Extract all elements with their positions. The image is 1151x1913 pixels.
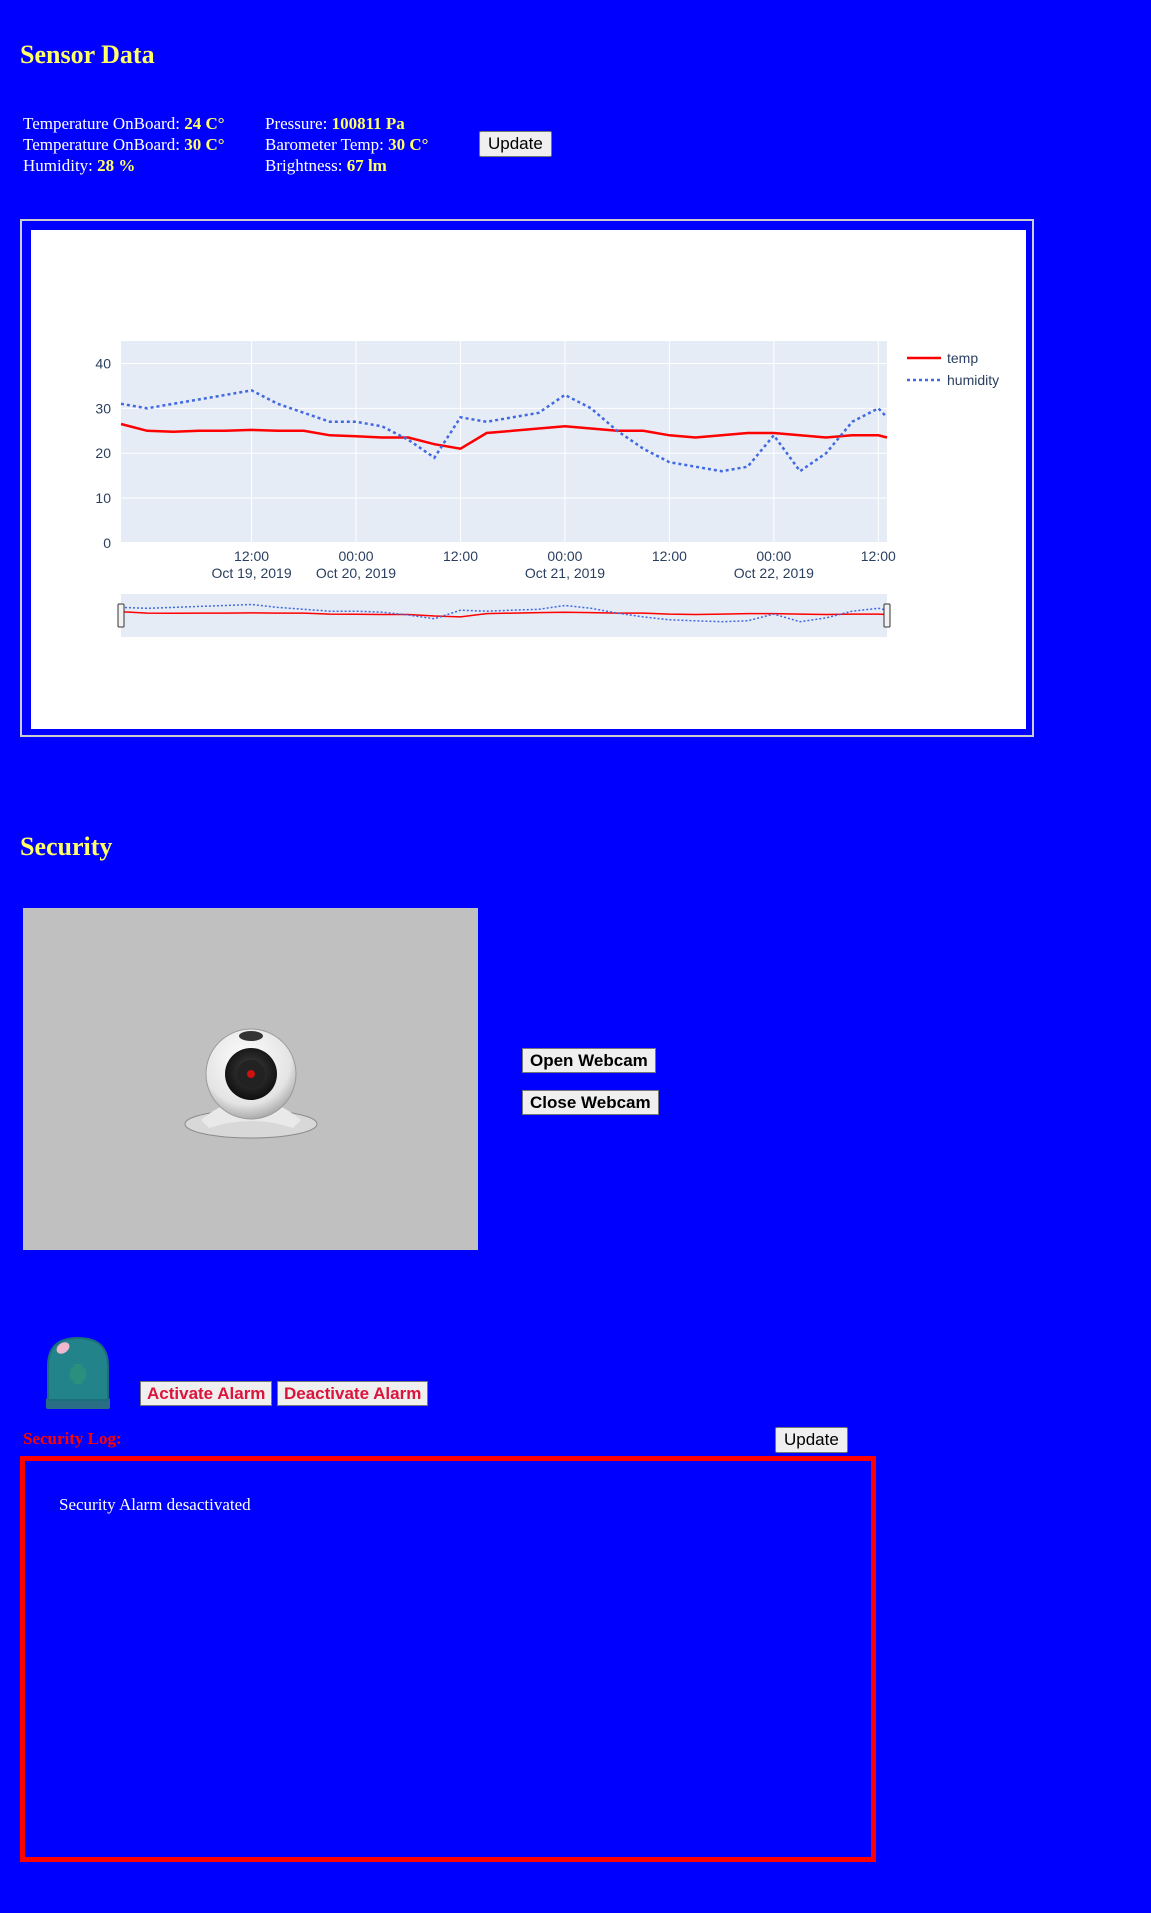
sensor-update-button[interactable]: Update	[479, 131, 552, 157]
x-tick-date-label: Oct 21, 2019	[525, 565, 605, 581]
webcam-icon	[184, 1028, 318, 1139]
range-slider-handle-right[interactable]	[883, 603, 891, 628]
x-tick-label: 12:00	[443, 548, 478, 564]
open-webcam-button[interactable]: Open Webcam	[522, 1048, 656, 1073]
x-tick-date-label: Oct 19, 2019	[211, 565, 291, 581]
x-tick-label: 12:00	[861, 548, 896, 564]
y-tick-label: 40	[95, 355, 111, 371]
y-tick-label: 0	[103, 535, 111, 551]
siren-icon	[46, 1336, 110, 1409]
legend-label-humidity: humidity	[947, 372, 999, 388]
log-update-button[interactable]: Update	[775, 1427, 848, 1453]
webcam-view	[23, 908, 478, 1250]
reading-value: 28 %	[97, 156, 136, 175]
security-log-box: Security Alarm desactivated	[20, 1456, 876, 1862]
x-tick-label: 12:00	[234, 548, 269, 564]
security-title: Security	[20, 832, 113, 861]
reading-barometer-temp: Barometer Temp: 30 C°	[265, 135, 429, 154]
reading-value: 30 C°	[388, 135, 429, 154]
reading-value: 30 C°	[184, 135, 225, 154]
sensor-data-title: Sensor Data	[20, 40, 155, 69]
close-webcam-button[interactable]: Close Webcam	[522, 1090, 659, 1115]
reading-brightness: Brightness: 67 lm	[265, 156, 387, 175]
x-tick-label: 12:00	[652, 548, 687, 564]
y-tick-label: 30	[95, 400, 111, 416]
reading-temp-onboard-1: Temperature OnBoard: 24 C°	[23, 114, 225, 133]
sensor-chart[interactable]: 0 10 20 30 40 12:00 Oct 19, 2019 00:00 Oct 20, 2…	[31, 230, 1026, 729]
reading-value: 67 lm	[346, 156, 387, 175]
y-tick-label: 20	[95, 445, 111, 461]
sensor-chart-svg[interactable]: 01020304012:00Oct 19, 201900:00Oct 20, 2…	[31, 230, 1026, 729]
range-slider-handle-left[interactable]	[117, 603, 125, 628]
security-log-label: Security Log:	[23, 1429, 122, 1448]
activate-alarm-button[interactable]: Activate Alarm	[140, 1381, 273, 1406]
plot-background	[121, 341, 887, 543]
legend-label-temp: temp	[947, 350, 978, 366]
reading-pressure: Pressure: 100811 Pa	[265, 114, 405, 133]
range-slider-background	[121, 594, 887, 637]
x-tick-label: 00:00	[338, 548, 373, 564]
x-tick-label: 00:00	[756, 548, 791, 564]
reading-humidity: Humidity: 28 %	[23, 156, 136, 175]
y-tick-label: 10	[95, 490, 111, 506]
x-tick-label: 00:00	[547, 548, 582, 564]
reading-value: 100811 Pa	[331, 114, 405, 133]
x-tick-date-label: Oct 22, 2019	[734, 565, 814, 581]
reading-value: 24 C°	[184, 114, 225, 133]
readings-column-barometer: Pressure: 100811 Pa Barometer Temp: 30 C…	[265, 113, 428, 176]
log-entry: Security Alarm desactivated	[59, 1495, 251, 1514]
reading-temp-onboard-2: Temperature OnBoard: 30 C°	[23, 135, 225, 154]
deactivate-alarm-button[interactable]: Deactivate Alarm	[277, 1381, 429, 1406]
readings-column-onboard: Temperature OnBoard: 24 C° Temperature O…	[23, 113, 225, 176]
x-tick-date-label: Oct 20, 2019	[316, 565, 396, 581]
